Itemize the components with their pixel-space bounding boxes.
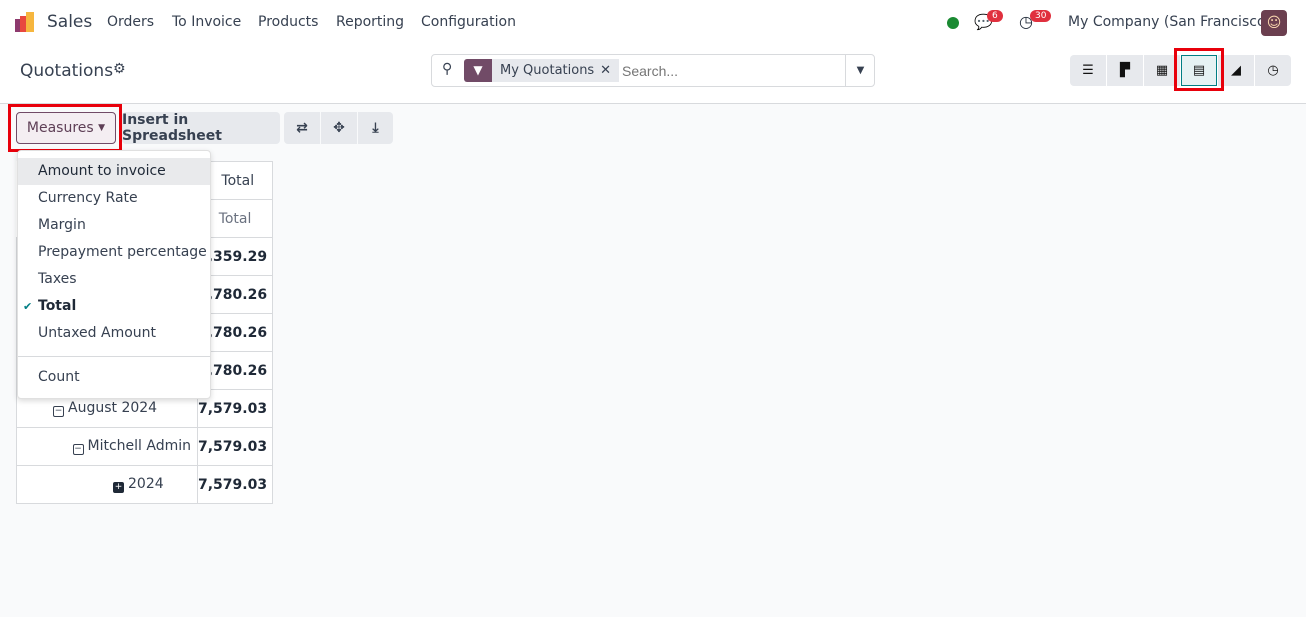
gear-icon[interactable]: ⚙ bbox=[113, 61, 126, 77]
view-activity-button[interactable]: ◷ bbox=[1255, 55, 1291, 86]
cell-value[interactable]: 7,579.03 bbox=[196, 465, 274, 504]
activities-badge: 30 bbox=[1030, 10, 1052, 22]
measure-currency-rate[interactable]: Currency Rate bbox=[18, 185, 210, 212]
search-icon[interactable]: ⚲ bbox=[442, 61, 452, 77]
row-header-mitchell-admin[interactable]: − Mitchell Admin bbox=[16, 427, 198, 466]
measure-total-label: Total bbox=[38, 298, 77, 314]
view-list-button[interactable]: ☰ bbox=[1070, 55, 1106, 86]
measure-count[interactable]: Count bbox=[18, 364, 210, 391]
table-row: − Mitchell Admin 7,579.03 bbox=[16, 427, 274, 466]
download-icon[interactable]: ⤓ bbox=[358, 112, 393, 144]
cell-value[interactable]: 7,579.03 bbox=[196, 427, 274, 466]
user-avatar[interactable]: ☺ bbox=[1261, 10, 1287, 36]
insert-spreadsheet-button[interactable]: Insert in Spreadsheet bbox=[122, 112, 280, 144]
status-online-icon bbox=[947, 17, 959, 29]
app-name[interactable]: Sales bbox=[47, 12, 92, 32]
measure-amount-to-invoice[interactable]: Amount to invoice bbox=[18, 158, 210, 185]
measures-dropdown: Amount to invoice Currency Rate Margin P… bbox=[17, 150, 211, 399]
col-header-label: Total bbox=[221, 172, 255, 189]
measure-taxes[interactable]: Taxes bbox=[18, 266, 210, 293]
highlight-box bbox=[1174, 48, 1224, 91]
menu-divider bbox=[18, 356, 210, 357]
menu-configuration[interactable]: Configuration bbox=[421, 14, 516, 30]
measure-untaxed-amount[interactable]: Untaxed Amount bbox=[18, 320, 210, 347]
row-label: Mitchell Admin bbox=[87, 438, 192, 454]
flip-axis-icon[interactable]: ⇄ bbox=[284, 112, 320, 144]
company-switcher[interactable]: My Company (San Francisco) bbox=[1068, 14, 1271, 30]
menu-to-invoice[interactable]: To Invoice bbox=[172, 14, 241, 30]
menu-products[interactable]: Products bbox=[258, 14, 318, 30]
remove-facet-icon[interactable]: ✕ bbox=[600, 59, 611, 82]
search-options-toggle-icon[interactable]: ▼ bbox=[845, 55, 875, 86]
filter-facet-label: My Quotations bbox=[500, 63, 595, 78]
row-label: August 2024 bbox=[68, 400, 158, 416]
measure-total[interactable]: ✔ Total bbox=[18, 293, 210, 320]
expand-icon: + bbox=[113, 482, 124, 493]
checkmark-icon: ✔ bbox=[23, 300, 33, 313]
sales-app-logo-icon[interactable] bbox=[15, 12, 37, 34]
filter-facet: My Quotations ✕ bbox=[492, 59, 619, 82]
table-row: +2024 7,579.03 bbox=[16, 465, 274, 504]
top-navbar: Sales Orders To Invoice Products Reporti… bbox=[0, 0, 1306, 46]
row-label: 2024 bbox=[128, 476, 164, 492]
page-title: Quotations bbox=[20, 61, 114, 81]
measure-prepayment-percentage[interactable]: Prepayment percentage bbox=[18, 239, 210, 266]
collapse-icon: − bbox=[53, 406, 64, 417]
view-kanban-button[interactable]: ▛ bbox=[1107, 55, 1143, 86]
measure-margin[interactable]: Margin bbox=[18, 212, 210, 239]
search-input[interactable] bbox=[622, 59, 842, 82]
menu-orders[interactable]: Orders bbox=[107, 14, 154, 30]
expand-all-icon[interactable]: ✥ bbox=[321, 112, 357, 144]
collapse-icon: − bbox=[72, 444, 84, 455]
filter-icon: ▼ bbox=[464, 59, 492, 82]
menu-reporting[interactable]: Reporting bbox=[336, 14, 404, 30]
messages-badge: 6 bbox=[987, 10, 1003, 22]
row-header-2024[interactable]: +2024 bbox=[16, 465, 198, 504]
search-bar: ⚲ ▼ My Quotations ✕ ▼ bbox=[431, 54, 875, 87]
highlight-box bbox=[8, 104, 122, 152]
